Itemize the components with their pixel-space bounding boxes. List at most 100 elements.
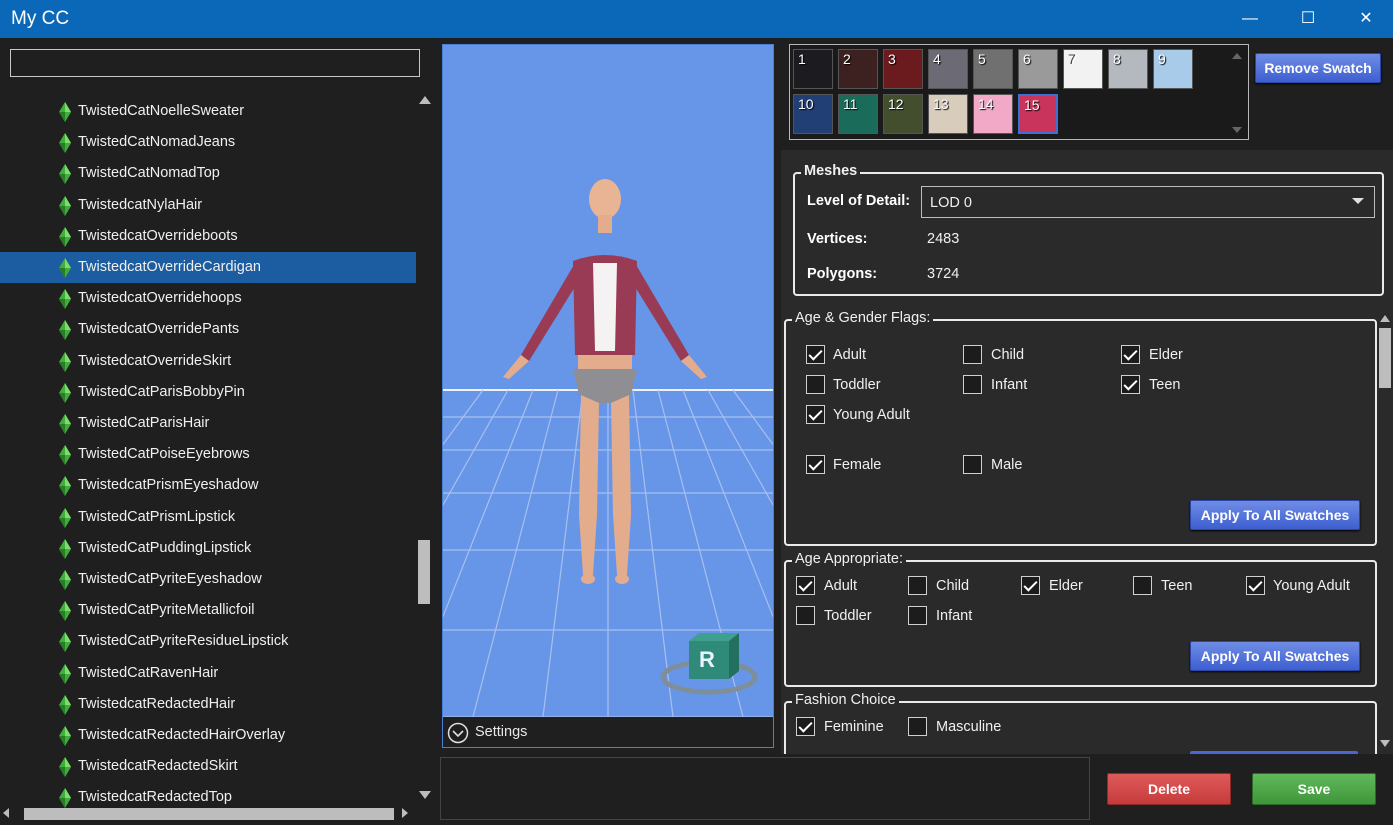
lod-dropdown[interactable]: LOD 0 [921,186,1375,218]
close-icon: ✕ [1359,10,1373,27]
minimize-button[interactable]: — [1221,0,1279,38]
apply-age-appropriate-button[interactable]: Apply To All Swatches [1190,641,1360,671]
swatch-13[interactable]: 13 [928,94,968,134]
swatch-15[interactable]: 15 [1018,94,1058,134]
adult-checkbox[interactable] [806,345,825,364]
infant-label: Infant [991,377,1028,393]
swatch-9[interactable]: 9 [1153,49,1193,89]
tree-item[interactable]: TwistedcatRedactedHair [0,689,416,720]
search-input[interactable] [10,49,420,77]
tree-item[interactable]: TwistedcatOverrideSkirt [0,346,416,377]
tree-item[interactable]: TwistedCatPrismLipstick [0,502,416,533]
masculine-checkbox[interactable] [908,717,927,736]
tree-item[interactable]: TwistedCatNomadTop [0,158,416,189]
swatch-12[interactable]: 12 [883,94,923,134]
feminine-checkbox[interactable] [796,717,815,736]
tree-item[interactable]: TwistedCatNomadJeans [0,127,416,158]
swatch-11[interactable]: 11 [838,94,878,134]
male-checkbox[interactable] [963,455,982,474]
remove-swatch-button[interactable]: Remove Swatch [1255,53,1381,83]
tree-item-label: TwistedCatPuddingLipstick [78,539,252,556]
tree-item-label: TwistedCatRavenHair [78,664,219,681]
tree-item[interactable]: TwistedCatPuddingLipstick [0,533,416,564]
apply-gender-flags-button[interactable]: Apply To All Swatches [1190,500,1360,530]
adult-label: Adult [833,347,867,363]
tree-item[interactable]: TwistedCatNoelleSweater [0,96,416,127]
plumbob-icon [59,726,71,746]
3d-preview-viewport[interactable]: R [442,44,774,718]
teen-label: Teen [1149,377,1181,393]
meshes-title: Meshes [801,163,861,179]
status-area [440,757,1090,820]
maximize-button[interactable]: ☐ [1279,0,1337,38]
toddler-checkbox[interactable] [806,375,825,394]
swatch-scrollbar[interactable] [1230,51,1244,135]
aa-teen-label: Teen [1161,578,1193,594]
save-button[interactable]: Save [1252,773,1376,805]
aa-infant-checkbox[interactable] [908,606,927,625]
tree-item[interactable]: TwistedCatParisBobbyPin [0,377,416,408]
swatch-3[interactable]: 3 [883,49,923,89]
aa-young-adult-checkbox[interactable] [1246,576,1265,595]
aa-child-checkbox[interactable] [908,576,927,595]
plumbob-icon [59,351,71,372]
tree-item[interactable]: TwistedcatPrismEyeshadow [0,470,416,501]
aa-teen-checkbox[interactable] [1133,576,1152,595]
tree-item[interactable]: TwistedCatRavenHair [0,658,416,689]
tree-item[interactable]: TwistedcatRedactedHairOverlay [0,720,416,751]
teen-checkbox[interactable] [1121,375,1140,394]
aa-adult-checkbox[interactable] [796,576,815,595]
tree-item[interactable]: TwistedcatOverrideCardigan [0,252,416,283]
tree-item-label: TwistedCatNomadTop [78,165,220,182]
aa-toddler-checkbox[interactable] [796,606,815,625]
tree-item[interactable]: TwistedcatRedactedSkirt [0,751,416,782]
scrollbar-graphic [418,96,431,799]
swatch-14[interactable]: 14 [973,94,1013,134]
plumbob-icon [59,382,71,403]
properties-scrollbar[interactable] [1377,310,1393,754]
swatch-4[interactable]: 4 [928,49,968,89]
tree-item[interactable]: TwistedCatParisHair [0,408,416,439]
swatch-5[interactable]: 5 [973,49,1013,89]
settings-expander[interactable]: Settings [442,717,774,748]
tree-item-label: TwistedCatNoelleSweater [78,103,245,119]
female-checkbox[interactable] [806,455,825,474]
plumbob-icon [59,632,71,653]
elder-checkbox[interactable] [1121,345,1140,364]
tree-item[interactable]: TwistedCatPyriteResidueLipstick [0,626,416,657]
delete-button[interactable]: Delete [1107,773,1231,805]
tree-item[interactable]: TwistedCatPoiseEyebrows [0,439,416,470]
polygons-label: Polygons: [807,266,878,282]
young-adult-checkbox[interactable] [806,405,825,424]
tree-vertical-scrollbar[interactable] [416,90,434,800]
tree-horizontal-scrollbar[interactable] [0,804,416,820]
swatch-6[interactable]: 6 [1018,49,1058,89]
swatch-2[interactable]: 2 [838,49,878,89]
swatch-number: 9 [1158,51,1166,67]
aa-elder-checkbox[interactable] [1021,576,1040,595]
plumbob-icon [59,601,71,622]
tree-item-label: TwistedCatNomadJeans [78,134,236,151]
aa-toddler-label: Toddler [824,608,872,624]
infant-checkbox[interactable] [963,375,982,394]
properties-panel: Meshes Level of Detail: LOD 0 Vertices: … [781,150,1393,754]
tree-item[interactable]: TwistedCatPyriteEyeshadow [0,564,416,595]
plumbob-icon [59,414,71,434]
tree-item[interactable]: TwistedCatPyriteMetallicfoil [0,595,416,626]
aa-young-adult-label: Young Adult [1273,578,1350,594]
child-checkbox[interactable] [963,345,982,364]
title-bar: My CC — ☐ ✕ [0,0,1393,38]
apply-fashion-button-partial[interactable] [1190,751,1358,754]
swatch-7[interactable]: 7 [1063,49,1103,89]
close-button[interactable]: ✕ [1337,0,1393,38]
scroll-up-icon [1232,53,1242,59]
tree-item[interactable]: TwistedcatOverrideboots [0,221,416,252]
plumbob-icon [59,226,71,247]
swatch-10[interactable]: 10 [793,94,833,134]
tree-item[interactable]: TwistedcatNylaHair [0,190,416,221]
swatch-8[interactable]: 8 [1108,49,1148,89]
tree-item[interactable]: TwistedcatOverridehoops [0,283,416,314]
swatch-number: 11 [843,96,858,112]
tree-item[interactable]: TwistedcatOverridePants [0,314,416,345]
swatch-1[interactable]: 1 [793,49,833,89]
